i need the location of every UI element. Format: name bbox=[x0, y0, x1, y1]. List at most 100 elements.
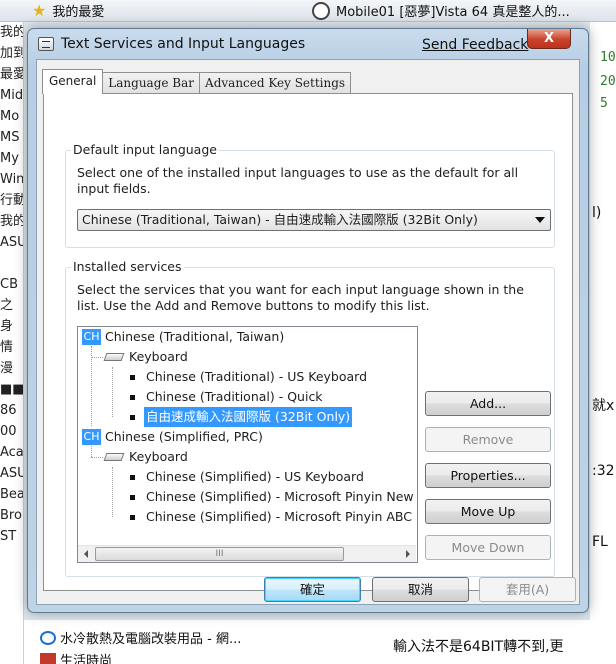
background-content-edge bbox=[590, 22, 616, 664]
left-fragment: 我的 bbox=[0, 214, 24, 229]
left-fragment: MS bbox=[0, 130, 20, 145]
tree-item-service[interactable]: Chinese (Simplified) - Microsoft Pinyin … bbox=[130, 507, 417, 527]
dialog-titlebar[interactable]: Text Services and Input Languages Send F… bbox=[28, 29, 588, 59]
left-fragment: ST bbox=[0, 529, 17, 544]
left-fragment: 加到 bbox=[0, 46, 24, 61]
properties-button[interactable]: Properties... bbox=[425, 463, 551, 488]
tree-item-label: Chinese (Simplified, PRC) bbox=[105, 429, 263, 444]
ok-button[interactable]: 確定 bbox=[264, 577, 361, 602]
tree-item-service-selected[interactable]: 自由速成輸入法國際版 (32Bit Only) bbox=[130, 407, 353, 427]
favorites-button[interactable]: ★ 我的最愛 bbox=[32, 1, 104, 20]
tree-item-label: Keyboard bbox=[129, 449, 188, 464]
default-language-value: Chinese (Traditional, Taiwan) - 自由速成輸入法國… bbox=[82, 212, 478, 227]
tree-item-service[interactable]: Chinese (Traditional) - US Keyboard bbox=[130, 367, 367, 387]
left-fragment bbox=[0, 253, 23, 274]
tree-item-label: 自由速成輸入法國際版 (32Bit Only) bbox=[144, 407, 353, 427]
tree-item-label: Keyboard bbox=[129, 349, 188, 364]
tab-language-bar[interactable]: Language Bar bbox=[102, 72, 201, 94]
close-icon: X bbox=[543, 31, 555, 46]
background-toolbar: ★ 我的最愛 Mobile01 [惡夢]Vista 64 真是整人的... bbox=[0, 0, 616, 22]
favorites-item[interactable]: 水冷散熱及電腦改裝用品 - 網... bbox=[40, 628, 241, 647]
scrollbar-thumb[interactable]: III bbox=[95, 547, 344, 561]
move-up-button[interactable]: Move Up bbox=[425, 499, 551, 524]
browser-icon bbox=[40, 630, 56, 645]
star-icon: ★ bbox=[32, 1, 47, 20]
default-language-description: Select one of the installed input langua… bbox=[77, 165, 519, 196]
background-sidebar: 我的 加到 最愛 Mid Mo MS My Win 行動 我的 ASU CB 之… bbox=[0, 22, 24, 664]
tree-item-category[interactable]: Keyboard bbox=[103, 447, 188, 467]
left-fragment: 86 bbox=[0, 403, 17, 418]
keyboard-icon bbox=[103, 453, 125, 461]
tree-item-service[interactable]: Chinese (Simplified) - US Keyboard bbox=[130, 467, 364, 487]
tree-item-service[interactable]: Chinese (Traditional) - Quick bbox=[130, 387, 323, 407]
scroll-left-icon[interactable] bbox=[84, 550, 88, 558]
left-fragment: 00 bbox=[0, 424, 17, 439]
send-feedback-link[interactable]: Send Feedback bbox=[422, 37, 528, 53]
tree-item-language[interactable]: CH Chinese (Traditional, Taiwan) bbox=[82, 327, 284, 347]
bullet-icon bbox=[130, 394, 135, 400]
text-services-dialog: Text Services and Input Languages Send F… bbox=[27, 28, 589, 613]
left-fragment: 我的 bbox=[0, 25, 24, 40]
left-fragment: Win bbox=[0, 172, 24, 187]
tree-connector bbox=[112, 467, 113, 517]
post-text: 輸入法不是64BIT轉不到,更 bbox=[393, 639, 564, 655]
tree-item-label: Chinese (Simplified) - Microsoft Pinyin … bbox=[146, 489, 418, 504]
tab-advanced-key-settings[interactable]: Advanced Key Settings bbox=[199, 72, 352, 94]
line-number: 5 bbox=[600, 96, 608, 111]
installed-services-group-title: Installed services bbox=[71, 259, 184, 274]
tab-general[interactable]: General bbox=[42, 69, 104, 94]
left-fragment: Mid bbox=[0, 88, 24, 103]
tree-item-label: Chinese (Traditional) - Quick bbox=[146, 389, 323, 404]
tree-item-language[interactable]: CH Chinese (Simplified, PRC) bbox=[82, 427, 263, 447]
favorites-label: 我的最愛 bbox=[52, 5, 105, 20]
tree-connector bbox=[91, 446, 92, 457]
tree-item-label: Chinese (Simplified) - US Keyboard bbox=[146, 469, 364, 484]
site-icon bbox=[40, 652, 56, 664]
chevron-down-icon bbox=[535, 217, 545, 223]
bullet-icon bbox=[130, 474, 135, 480]
scroll-right-icon[interactable] bbox=[406, 550, 410, 558]
left-fragment: Aca bbox=[0, 445, 24, 460]
language-badge: CH bbox=[82, 329, 101, 345]
bullet-icon bbox=[130, 374, 135, 380]
move-down-button[interactable]: Move Down bbox=[425, 535, 551, 560]
tree-connector bbox=[91, 457, 103, 458]
keyboard-icon bbox=[38, 37, 54, 51]
left-fragment: ASU bbox=[0, 466, 23, 481]
favorites-item-label: 水冷散熱及電腦改裝用品 - 網... bbox=[60, 632, 242, 647]
left-fragment: Bro bbox=[0, 508, 22, 523]
post-fragment: l) bbox=[592, 205, 602, 221]
scroll-grip: III bbox=[215, 549, 224, 559]
installed-services-description: Select the services that you want for ea… bbox=[77, 282, 524, 313]
bullet-icon bbox=[130, 414, 135, 420]
left-fragment: My bbox=[0, 151, 19, 166]
left-fragment: 行動 bbox=[0, 193, 24, 208]
tree-item-category[interactable]: Keyboard bbox=[103, 347, 188, 367]
browser-tab[interactable]: Mobile01 [惡夢]Vista 64 真是整人的... bbox=[312, 1, 570, 20]
favorites-item-label: 生活時尚 bbox=[60, 654, 113, 664]
apply-button[interactable]: 套用(A) bbox=[479, 577, 576, 602]
tab-strip: General Language Bar Advanced Key Settin… bbox=[42, 69, 352, 94]
left-fragment: 情 bbox=[0, 340, 14, 355]
favorites-item[interactable]: 生活時尚 bbox=[40, 650, 112, 664]
language-badge: CH bbox=[82, 429, 101, 445]
dialog-title: Text Services and Input Languages bbox=[61, 36, 306, 52]
post-fragment: 就x bbox=[592, 398, 615, 414]
tree-item-label: Chinese (Traditional, Taiwan) bbox=[105, 329, 285, 344]
tree-item-service[interactable]: Chinese (Simplified) - Microsoft Pinyin … bbox=[130, 487, 418, 507]
post-fragment: :32 bbox=[592, 463, 615, 479]
horizontal-scrollbar[interactable]: III bbox=[78, 545, 416, 562]
cancel-button[interactable]: 取消 bbox=[372, 577, 469, 602]
default-language-group-title: Default input language bbox=[71, 142, 219, 157]
add-button[interactable]: Add... bbox=[425, 391, 551, 416]
tree-connector bbox=[91, 346, 92, 426]
line-number: 10 bbox=[600, 50, 616, 65]
close-button[interactable]: X bbox=[527, 29, 571, 49]
default-language-select[interactable]: Chinese (Traditional, Taiwan) - 自由速成輸入法國… bbox=[77, 209, 551, 231]
left-fragment: ■■ bbox=[0, 382, 24, 397]
services-tree[interactable]: CH Chinese (Traditional, Taiwan) Keyboar… bbox=[77, 326, 418, 563]
post-fragment: FL bbox=[592, 534, 608, 550]
left-fragment: CB bbox=[0, 277, 18, 292]
general-tab-panel: Default input language Select one of the… bbox=[43, 93, 573, 591]
remove-button[interactable]: Remove bbox=[425, 427, 551, 452]
